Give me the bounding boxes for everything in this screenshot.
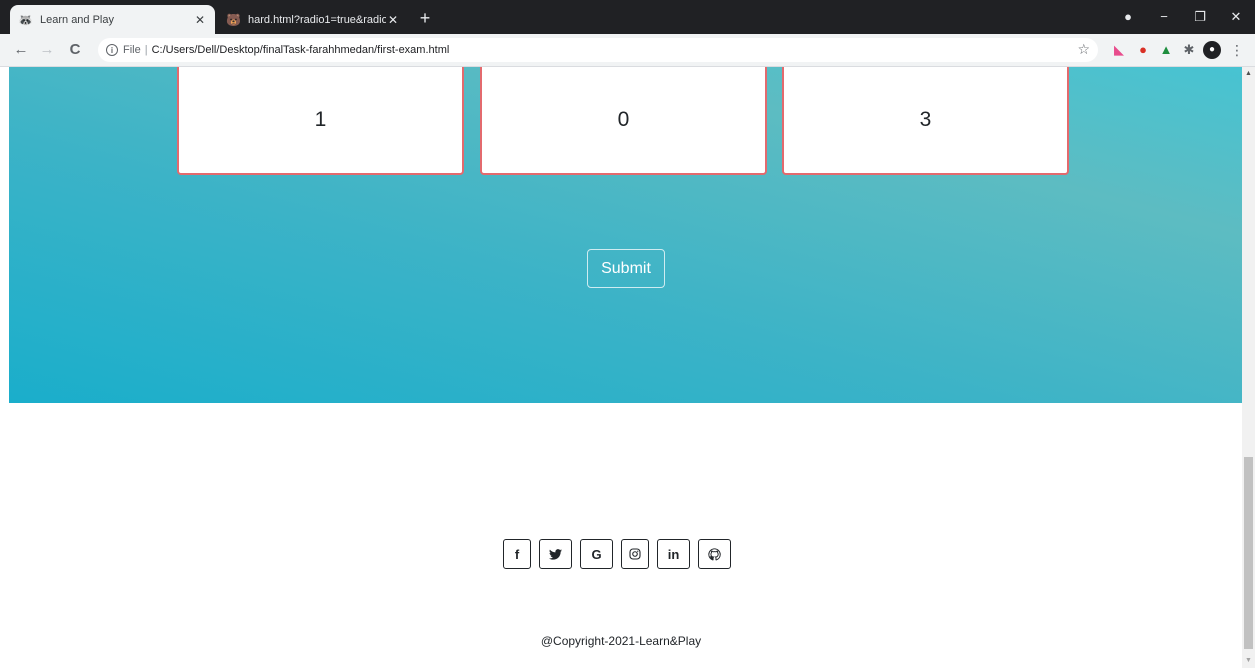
close-tab-icon[interactable]: ✕: [193, 13, 207, 27]
answer-card[interactable]: 0: [480, 67, 767, 175]
browser-tab-bar: 🦝 Learn and Play ✕ 🐻 hard.html?radio1=tr…: [0, 0, 1255, 34]
url-scheme: File: [123, 44, 141, 56]
answer-card[interactable]: 1: [177, 67, 464, 175]
facebook-icon[interactable]: f: [503, 539, 531, 569]
linkedin-icon[interactable]: in: [657, 539, 690, 569]
google-icon[interactable]: G: [580, 539, 613, 569]
page-viewport: 1 0 3 Submit f G in @Copyright-2021-Lear…: [0, 67, 1255, 668]
twitter-bird-icon: [549, 548, 562, 560]
close-tab-icon[interactable]: ✕: [386, 13, 400, 27]
bug-extension-icon[interactable]: ●: [1134, 41, 1152, 59]
exam-section: 1 0 3: [9, 67, 1242, 403]
puzzle-extension-icon[interactable]: ✱: [1180, 41, 1198, 59]
maximize-button[interactable]: ❐: [1186, 6, 1214, 28]
url-separator: |: [144, 44, 148, 56]
profile-avatar-icon[interactable]: ●: [1203, 41, 1221, 59]
github-octocat-icon: [708, 547, 721, 560]
github-icon[interactable]: [698, 539, 731, 569]
tab-title: Learn and Play: [40, 13, 114, 26]
page-favicon-icon: 🐻: [226, 12, 241, 27]
page-scrollbar[interactable]: ▲ ▼: [1242, 67, 1255, 668]
minimize-button[interactable]: −: [1150, 6, 1178, 28]
back-button[interactable]: ←: [10, 39, 32, 61]
more-menu-icon[interactable]: ⋮: [1230, 41, 1244, 59]
close-window-button[interactable]: ✕: [1222, 6, 1250, 28]
instagram-glyph-icon: [629, 548, 641, 560]
profile-menu-icon[interactable]: ●: [1114, 6, 1142, 28]
bookmark-star-icon[interactable]: ☆: [1077, 41, 1090, 58]
tab-hard-html[interactable]: 🐻 hard.html?radio1=true&radio2= ✕: [218, 5, 408, 34]
scroll-up-arrow-icon[interactable]: ▲: [1242, 67, 1255, 81]
raccoon-favicon-icon: 🦝: [18, 12, 33, 27]
new-tab-button[interactable]: +: [414, 7, 436, 29]
answer-card[interactable]: 3: [782, 67, 1069, 175]
address-bar[interactable]: i File | C:/Users/Dell/Desktop/finalTask…: [98, 38, 1098, 62]
submit-button[interactable]: Submit: [587, 249, 665, 288]
forward-button[interactable]: →: [36, 39, 58, 61]
tab-title: hard.html?radio1=true&radio2=: [248, 13, 386, 26]
twitter-icon[interactable]: [539, 539, 572, 569]
answer-value: 0: [617, 108, 630, 131]
scrollbar-thumb[interactable]: [1244, 457, 1253, 649]
browser-toolbar: ← → C i File | C:/Users/Dell/Desktop/fin…: [0, 34, 1255, 67]
instagram-icon[interactable]: [621, 539, 649, 569]
info-icon[interactable]: i: [106, 44, 118, 56]
copyright-text: @Copyright-2021-Learn&Play: [540, 634, 702, 648]
answer-value: 3: [919, 108, 932, 131]
url-text[interactable]: C:/Users/Dell/Desktop/finalTask-farahhme…: [152, 44, 450, 56]
scroll-down-arrow-icon[interactable]: ▼: [1242, 654, 1255, 668]
tab-learn-and-play[interactable]: 🦝 Learn and Play ✕: [10, 5, 215, 34]
social-links: f G in: [503, 539, 731, 571]
answer-value: 1: [314, 108, 327, 131]
extension-icon[interactable]: ◣: [1110, 41, 1128, 59]
reload-button[interactable]: C: [64, 39, 86, 61]
tree-extension-icon[interactable]: ▲: [1157, 41, 1175, 59]
